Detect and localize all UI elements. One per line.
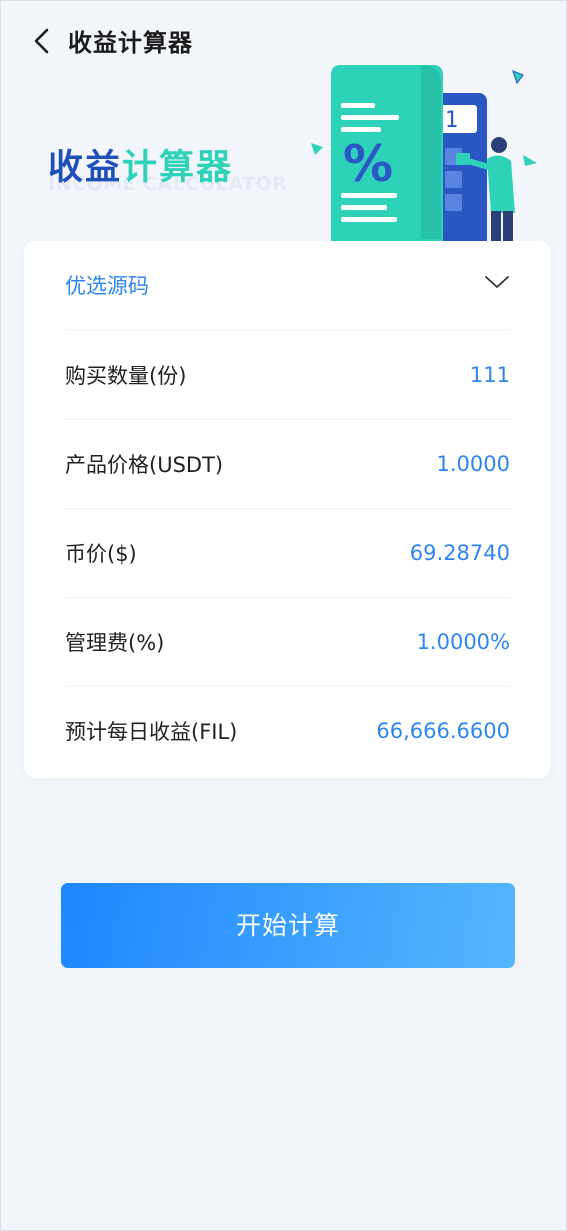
kite-decoration-icon [311, 143, 323, 155]
price-row: 产品价格(USDT) 1.0000 [65, 419, 510, 509]
source-select[interactable]: 优选源码 [65, 241, 510, 330]
chevron-down-icon [485, 276, 509, 288]
calculator-illustration: 0971 % [311, 65, 537, 248]
page: 收益计算器 INCOME CALCULATOR 收益计算器 0971 [0, 0, 567, 1231]
calculator-form-card: 优选源码 购买数量(份) 111 产品价格(USDT) 1.0000 币价($)… [24, 241, 551, 778]
management-fee-row: 管理费(%) 1.0000% [65, 597, 510, 687]
percent-symbol: % [343, 135, 393, 193]
management-fee-value[interactable]: 1.0000% [417, 630, 510, 654]
coin-price-row: 币价($) 69.28740 [65, 508, 510, 598]
hero-title-part2: 计算器 [122, 148, 234, 188]
management-fee-label: 管理费(%) [65, 630, 165, 655]
quantity-label: 购买数量(份) [65, 363, 187, 388]
daily-income-row: 预计每日收益(FIL) 66,666.6600 [65, 686, 510, 775]
source-select-value: 优选源码 [65, 274, 149, 298]
page-title: 收益计算器 [68, 29, 193, 57]
coin-price-label: 币价($) [65, 541, 137, 566]
chevron-left-icon [34, 28, 49, 54]
hero-title-part1: 收益 [48, 148, 123, 188]
quantity-row: 购买数量(份) 111 [65, 330, 510, 420]
daily-income-label: 预计每日收益(FIL) [65, 719, 238, 744]
daily-income-value[interactable]: 66,666.6600 [376, 719, 510, 743]
coin-price-value[interactable]: 69.28740 [410, 541, 510, 565]
start-calculation-button[interactable]: 开始计算 [61, 883, 515, 968]
hero-title: 收益计算器 [48, 139, 233, 190]
price-value[interactable]: 1.0000 [437, 452, 510, 476]
hero-banner: INCOME CALCULATOR 收益计算器 0971 [1, 61, 567, 248]
price-label: 产品价格(USDT) [65, 452, 224, 477]
triangle-decoration-icon [523, 155, 537, 166]
quantity-value[interactable]: 111 [470, 363, 510, 387]
back-button[interactable] [29, 25, 57, 57]
kite-decoration-icon [512, 69, 524, 85]
